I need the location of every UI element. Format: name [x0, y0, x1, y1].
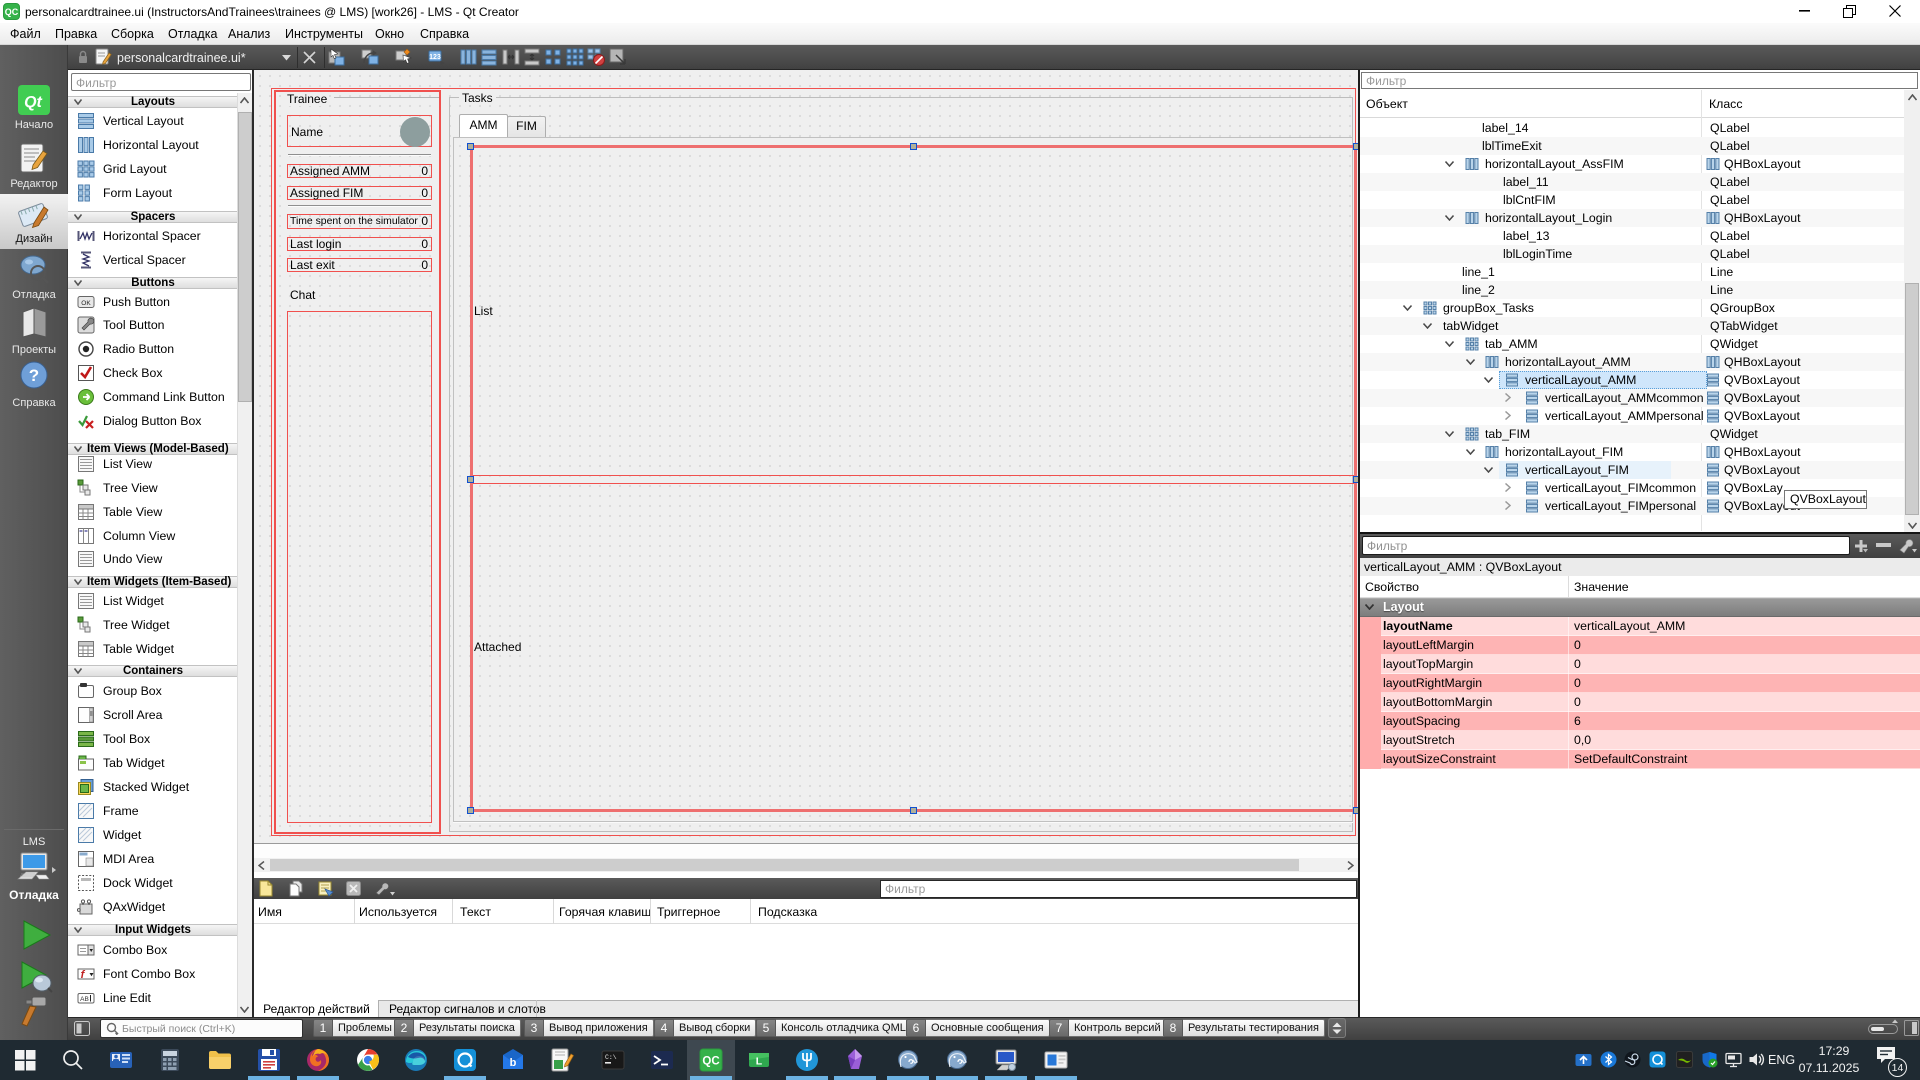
svg-text:b: b — [510, 1057, 517, 1069]
svg-text:C:\: C:\ — [605, 1054, 617, 1061]
svg-text:L: L — [756, 1056, 763, 1068]
svg-text:Qt: Qt — [24, 94, 42, 111]
svg-text:OK: OK — [81, 300, 91, 307]
svg-text:?: ? — [29, 366, 39, 385]
svg-text:123: 123 — [429, 54, 441, 61]
svg-text:QC: QC — [5, 7, 19, 17]
svg-text:AB: AB — [80, 996, 89, 1003]
svg-text:QC: QC — [702, 1056, 719, 1068]
